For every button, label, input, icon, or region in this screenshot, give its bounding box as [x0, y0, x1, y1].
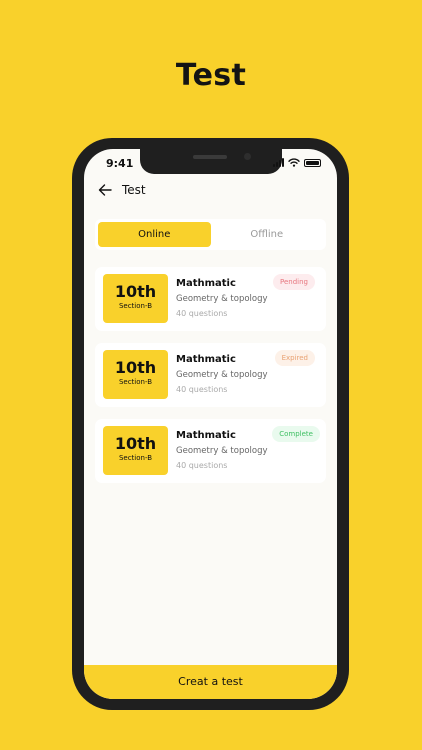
- grade-section: Section-B: [118, 454, 153, 462]
- status-time: 9:41: [106, 157, 134, 170]
- signal-icon: [273, 158, 284, 167]
- status-badge: Pending: [273, 274, 315, 290]
- tab-offline[interactable]: Offline: [211, 222, 324, 247]
- test-card[interactable]: 10th Section-B Mathmatic Geometry & topo…: [95, 419, 326, 483]
- status-badge: Expired: [274, 350, 315, 366]
- card-topic: Geometry & topology: [176, 294, 268, 304]
- screen-title: Test: [122, 183, 146, 197]
- test-card[interactable]: 10th Section-B Mathmatic Geometry & topo…: [95, 343, 326, 407]
- card-question-count: 40 questions: [176, 385, 228, 394]
- grade-number: 10th: [114, 434, 157, 453]
- phone-screen: 9:41 Test Online Offline 10th Section-B …: [84, 149, 337, 699]
- card-question-count: 40 questions: [176, 461, 228, 470]
- tab-online[interactable]: Online: [98, 222, 211, 247]
- card-subject: Mathmatic: [176, 430, 236, 441]
- grade-section: Section-B: [118, 302, 153, 310]
- card-topic: Geometry & topology: [176, 446, 268, 456]
- test-card[interactable]: 10th Section-B Mathmatic Geometry & topo…: [95, 267, 326, 331]
- grade-box: 10th Section-B: [103, 426, 168, 475]
- wifi-icon: [288, 158, 300, 167]
- grade-box: 10th Section-B: [103, 350, 168, 399]
- camera-dot: [244, 153, 251, 160]
- speaker-grill: [193, 155, 227, 159]
- battery-icon: [304, 158, 321, 167]
- app-bar: Test: [98, 183, 146, 197]
- arrow-left-icon[interactable]: [98, 183, 112, 197]
- status-badge: Complete: [272, 426, 320, 442]
- card-subject: Mathmatic: [176, 354, 236, 365]
- card-topic: Geometry & topology: [176, 370, 268, 380]
- card-subject: Mathmatic: [176, 278, 236, 289]
- tab-bar: Online Offline: [95, 219, 326, 250]
- phone-notch: [140, 149, 282, 174]
- grade-box: 10th Section-B: [103, 274, 168, 323]
- grade-number: 10th: [114, 282, 157, 301]
- create-test-button[interactable]: Creat a test: [84, 665, 337, 699]
- status-icons: [273, 158, 321, 167]
- grade-section: Section-B: [118, 378, 153, 386]
- card-question-count: 40 questions: [176, 309, 228, 318]
- grade-number: 10th: [114, 358, 157, 377]
- phone-frame: 9:41 Test Online Offline 10th Section-B …: [72, 138, 349, 710]
- page-headline: Test: [175, 58, 247, 93]
